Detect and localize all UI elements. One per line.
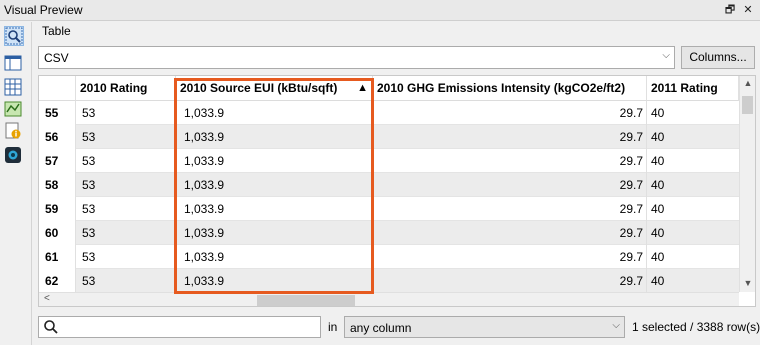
cell-2010-source-eui[interactable]: 1,033.9 (176, 101, 372, 125)
scroll-up-icon[interactable]: ▲ (742, 78, 754, 88)
cell-2010-source-eui[interactable]: 1,033.9 (176, 245, 372, 269)
cell-2010-rating[interactable]: 53 (76, 245, 174, 269)
cell-2010-ghg[interactable]: 29.7 (373, 101, 645, 125)
cell-2010-ghg[interactable]: 29.7 (373, 221, 645, 245)
column-header-2010-ghg[interactable]: 2010 GHG Emissions Intensity (kgCO2e/ft2… (373, 76, 647, 101)
grid-view-button[interactable] (4, 78, 24, 98)
cell-2010-rating[interactable]: 53 (76, 101, 174, 125)
cell-2011-rating[interactable]: 40 (647, 221, 739, 245)
horizontal-scrollbar[interactable]: < (39, 292, 739, 306)
table-view-icon (4, 55, 22, 71)
cell-2010-source-eui[interactable]: 1,033.9 (176, 269, 372, 293)
table-row[interactable]: 59 53 1,033.9 29.7 40 (39, 197, 739, 221)
chevron-down-icon: ⌵ (662, 50, 670, 61)
window-title: Visual Preview (4, 3, 83, 17)
title-bar: Visual Preview 🗗 ✕ (0, 0, 760, 21)
row-header[interactable]: 59 (39, 197, 75, 221)
scroll-left-icon[interactable]: < (44, 293, 50, 304)
3d-view-button[interactable] (4, 146, 24, 166)
cell-2011-rating[interactable]: 40 (647, 149, 739, 173)
cell-2010-rating[interactable]: 53 (76, 269, 174, 293)
cell-2010-rating[interactable]: 53 (76, 173, 174, 197)
column-divider (175, 101, 176, 293)
scroll-down-icon[interactable]: ▼ (742, 278, 754, 288)
row-header[interactable]: 56 (39, 125, 75, 149)
cell-2010-ghg[interactable]: 29.7 (373, 173, 645, 197)
tab-table[interactable]: Table (42, 24, 71, 38)
sort-ascending-icon[interactable]: ▲ (357, 76, 368, 100)
column-header-2010-source-eui[interactable]: 2010 Source EUI (kBtu/sqft) ▲ (176, 76, 373, 101)
cell-2010-ghg[interactable]: 29.7 (373, 149, 645, 173)
inspect-tool-button[interactable] (4, 26, 24, 46)
search-input[interactable] (38, 316, 321, 338)
corner-header (39, 76, 76, 101)
table-row[interactable]: 56 53 1,033.9 29.7 40 (39, 125, 739, 149)
cell-2010-rating[interactable]: 53 (76, 125, 174, 149)
table-row[interactable]: 62 53 1,033.9 29.7 40 (39, 269, 739, 293)
cell-2010-rating[interactable]: 53 (76, 221, 174, 245)
left-toolbar (0, 22, 28, 345)
table-row[interactable]: 55 53 1,033.9 29.7 40 (39, 101, 739, 125)
column-header-label: 2010 GHG Emissions Intensity (kgCO2e/ft2… (377, 81, 626, 95)
column-divider (372, 101, 373, 293)
column-divider (646, 101, 647, 293)
cell-2011-rating[interactable]: 40 (647, 197, 739, 221)
cell-2011-rating[interactable]: 40 (647, 125, 739, 149)
cell-2010-source-eui[interactable]: 1,033.9 (176, 125, 372, 149)
close-icon[interactable]: ✕ (740, 2, 756, 18)
info-icon (5, 122, 21, 139)
map-icon (4, 101, 22, 117)
search-icon (5, 27, 23, 45)
table-view-button[interactable] (4, 54, 24, 74)
vertical-scroll-thumb[interactable] (742, 96, 753, 114)
table-row[interactable]: 57 53 1,033.9 29.7 40 (39, 149, 739, 173)
info-view-button[interactable] (4, 122, 24, 142)
row-header[interactable]: 61 (39, 245, 75, 269)
cell-2010-rating[interactable]: 53 (76, 197, 174, 221)
column-header-label: 2010 Rating (80, 81, 148, 95)
row-header[interactable]: 58 (39, 173, 75, 197)
table-row[interactable]: 61 53 1,033.9 29.7 40 (39, 245, 739, 269)
row-header[interactable]: 55 (39, 101, 75, 125)
row-header[interactable]: 57 (39, 149, 75, 173)
column-filter-select[interactable]: any column ⌵ (344, 316, 625, 338)
cell-2010-source-eui[interactable]: 1,033.9 (176, 197, 372, 221)
column-filter-value: any column (350, 321, 412, 335)
table-row[interactable]: 58 53 1,033.9 29.7 40 (39, 173, 739, 197)
cell-2011-rating[interactable]: 40 (647, 173, 739, 197)
horizontal-scroll-thumb[interactable] (257, 295, 355, 306)
cell-2010-ghg[interactable]: 29.7 (373, 197, 645, 221)
cell-2011-rating[interactable]: 40 (647, 269, 739, 293)
vertical-scrollbar[interactable]: ▲ ▼ (739, 76, 755, 292)
cell-2011-rating[interactable]: 40 (647, 245, 739, 269)
cell-2010-source-eui[interactable]: 1,033.9 (176, 221, 372, 245)
table-row[interactable]: 60 53 1,033.9 29.7 40 (39, 221, 739, 245)
cell-2010-ghg[interactable]: 29.7 (373, 245, 645, 269)
cell-2010-ghg[interactable]: 29.7 (373, 269, 645, 293)
column-divider (75, 101, 76, 293)
map-view-button[interactable] (4, 100, 24, 120)
cell-2010-source-eui[interactable]: 1,033.9 (176, 149, 372, 173)
column-header-2010-rating[interactable]: 2010 Rating (76, 76, 176, 101)
cell-2010-rating[interactable]: 53 (76, 149, 174, 173)
column-header-2011-rating[interactable]: 2011 Rating (647, 76, 739, 101)
in-label: in (328, 320, 338, 334)
chevron-down-icon: ⌵ (612, 320, 620, 331)
grid-icon (4, 78, 22, 96)
format-select[interactable]: CSV ⌵ (38, 46, 675, 69)
row-header[interactable]: 62 (39, 269, 75, 293)
column-header-label: 2010 Source EUI (kBtu/sqft) (180, 81, 338, 95)
row-header[interactable]: 60 (39, 221, 75, 245)
cell-2011-rating[interactable]: 40 (647, 101, 739, 125)
camera-icon (5, 147, 21, 163)
status-text: 1 selected / 3388 row(s) (632, 320, 760, 334)
cell-2010-source-eui[interactable]: 1,033.9 (176, 173, 372, 197)
columns-button[interactable]: Columns... (681, 46, 755, 69)
restore-icon[interactable]: 🗗 (722, 2, 738, 18)
column-header-label: 2011 Rating (651, 81, 718, 95)
format-select-value: CSV (44, 51, 69, 65)
cell-2010-ghg[interactable]: 29.7 (373, 125, 645, 149)
data-table[interactable]: 2010 Rating 2010 Source EUI (kBtu/sqft) … (38, 75, 756, 307)
search-icon (44, 320, 58, 334)
